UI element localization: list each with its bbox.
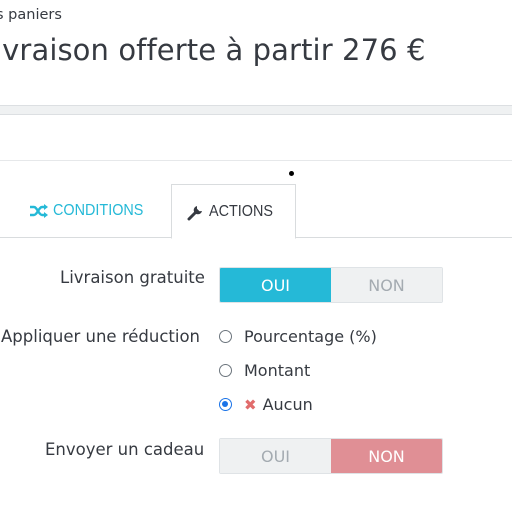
radio-none-label: Aucun [262, 395, 313, 414]
free-shipping-no[interactable]: NON [331, 268, 442, 302]
tab-conditions-label: CONDITIONS [52, 202, 144, 219]
tab-conditions[interactable]: CONDITIONS [20, 184, 162, 238]
radio-amount-label: Montant [244, 361, 311, 380]
wrench-icon [187, 203, 205, 221]
header-divider [0, 105, 512, 115]
gift-toggle[interactable]: OUI NON [219, 438, 443, 474]
gift-label: Envoyer un cadeau [45, 440, 205, 459]
x-icon: ✖ [244, 395, 257, 414]
radio-percentage[interactable] [219, 330, 232, 343]
radio-percentage-label: Pourcentage (%) [244, 327, 377, 346]
page-title: ivraison offerte à partir 276 € [0, 33, 426, 67]
shuffle-icon [29, 204, 49, 218]
breadcrumb[interactable]: s paniers [0, 7, 62, 23]
tab-actions-label: ACTIONS [208, 202, 273, 220]
radio-none[interactable] [219, 398, 232, 411]
panel-divider [0, 160, 512, 161]
free-shipping-label: Livraison gratuite [60, 268, 205, 287]
radio-amount[interactable] [219, 364, 232, 377]
discount-option-none[interactable]: ✖ Aucun [219, 395, 313, 414]
gift-yes[interactable]: OUI [220, 439, 331, 473]
free-shipping-toggle[interactable]: OUI NON [219, 267, 443, 303]
free-shipping-yes[interactable]: OUI [220, 268, 331, 302]
gift-no[interactable]: NON [331, 439, 442, 473]
discount-label: Appliquer une réduction [1, 327, 201, 346]
discount-option-amount[interactable]: Montant [219, 361, 310, 380]
discount-option-percentage[interactable]: Pourcentage (%) [219, 327, 377, 346]
cursor-dot [289, 171, 294, 176]
tab-actions[interactable]: ACTIONS [171, 184, 296, 239]
